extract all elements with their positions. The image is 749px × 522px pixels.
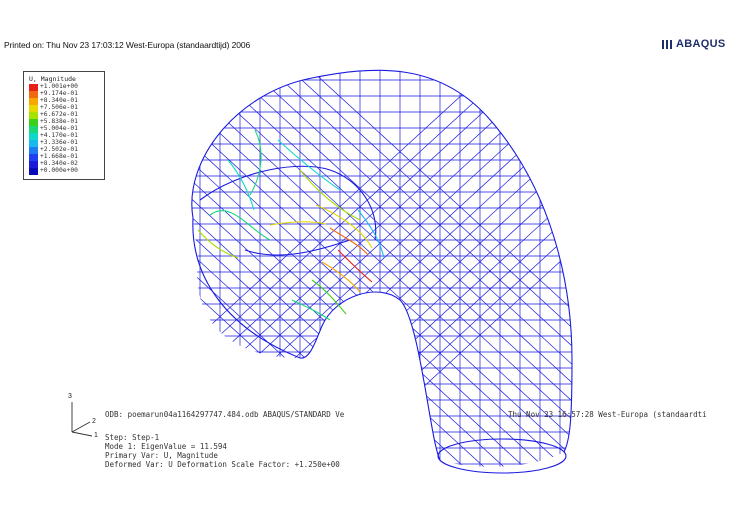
odb-date-line: Thu Nov 23 16:57:28 West-Europa (standaa… — [508, 410, 707, 419]
primary-var-line: Primary Var: U, Magnitude — [105, 451, 218, 460]
legend-swatch — [29, 168, 38, 175]
legend-value: +7.506e-01 — [40, 104, 78, 111]
legend-value: +3.336e-01 — [40, 139, 78, 146]
legend-entry: +0.000e+00 — [29, 167, 103, 175]
legend-value: +1.001e+00 — [40, 83, 78, 90]
legend-title: U, Magnitude — [29, 75, 76, 83]
legend-value: +8.340e-01 — [40, 97, 78, 104]
legend-swatch — [29, 140, 38, 147]
axis-1-label: 1 — [94, 432, 98, 439]
mode-line: Mode 1: EigenValue = 11.594 — [105, 442, 227, 451]
high-displacement-zone — [197, 129, 385, 321]
legend-swatch — [29, 112, 38, 119]
legend-value: +0.000e+00 — [40, 167, 78, 174]
legend-swatch — [29, 91, 38, 98]
legend-value: +8.340e-02 — [40, 160, 78, 167]
legend-swatch — [29, 98, 38, 105]
legend-value: +4.170e-01 — [40, 132, 78, 139]
legend-swatch — [29, 126, 38, 133]
legend-swatch — [29, 161, 38, 168]
legend-value: +5.838e-01 — [40, 118, 78, 125]
legend-value: +9.174e-01 — [40, 90, 78, 97]
legend-value: +1.668e-01 — [40, 153, 78, 160]
legend-swatch — [29, 119, 38, 126]
legend-swatch — [29, 84, 38, 91]
axis-2-label: 2 — [92, 418, 96, 425]
axis-3-label: 3 — [68, 393, 72, 400]
legend-swatch — [29, 147, 38, 154]
legend-swatch — [29, 105, 38, 112]
legend-swatch — [29, 154, 38, 161]
legend-value: +6.672e-01 — [40, 111, 78, 118]
legend-swatch — [29, 133, 38, 140]
odb-info-line: ODB: poemarun04a1164297747.484.odb ABAQU… — [105, 410, 345, 419]
legend-value: +2.502e-01 — [40, 146, 78, 153]
step-line: Step: Step-1 — [105, 433, 160, 442]
deformed-var-line: Deformed Var: U Deformation Scale Factor… — [105, 460, 340, 469]
legend-value: +5.004e-01 — [40, 125, 78, 132]
contour-legend: U, Magnitude +1.001e+00 +9.174e-01 +8.34… — [23, 71, 105, 180]
